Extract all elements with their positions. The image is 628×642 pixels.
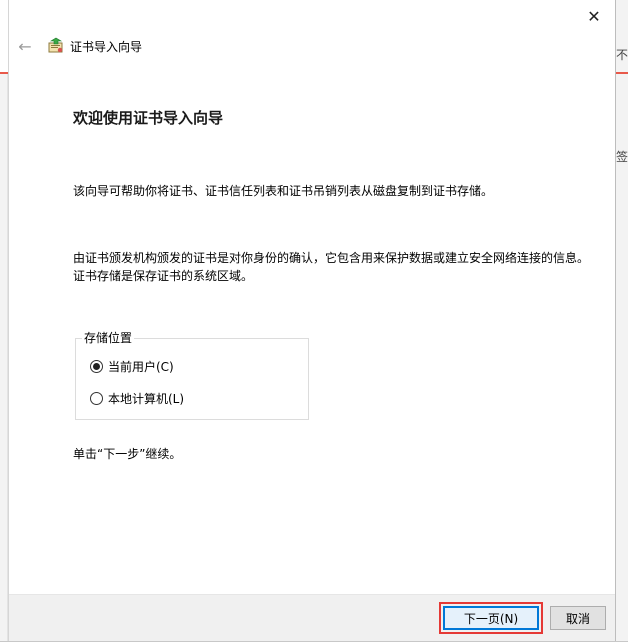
back-arrow-icon: ← — [18, 36, 32, 56]
radio-current-user[interactable]: 当前用户(C) — [90, 358, 174, 375]
radio-local-machine[interactable]: 本地计算机(L) — [90, 390, 184, 407]
certificate-import-wizard-dialog: ✕ ← 证书导入向导 欢迎使用证书导入向导 该向导可帮助你将证书、证书信任列表和… — [8, 0, 616, 642]
background-window-left-edge — [0, 74, 8, 642]
radio-local-machine-label[interactable]: 本地计算机(L) — [108, 390, 184, 407]
wizard-title: 证书导入向导 — [70, 39, 143, 54]
background-partial-text-1: 不 — [616, 48, 628, 62]
cancel-button[interactable]: 取消 — [550, 606, 606, 630]
intro-paragraph: 该向导可帮助你将证书、证书信任列表和证书吊销列表从磁盘复制到证书存储。 — [73, 184, 494, 198]
store-location-group: 存储位置 当前用户(C) 本地计算机(L) — [75, 330, 309, 420]
wizard-header: ← 证书导入向导 — [9, 32, 615, 60]
radio-current-user-indicator[interactable] — [90, 360, 103, 373]
background-window-right-edge — [616, 0, 628, 642]
store-location-legend: 存储位置 — [82, 330, 135, 346]
wizard-footer: 下一页(N) 取消 — [9, 594, 615, 642]
close-button[interactable]: ✕ — [577, 2, 611, 30]
certificate-wizard-icon — [47, 37, 65, 55]
continue-hint: 单击“下一步”继续。 — [73, 447, 182, 461]
background-accent-line-left — [0, 72, 8, 74]
description-paragraph: 由证书颁发机构颁发的证书是对你身份的确认，它包含用来保护数据或建立安全网络连接的… — [73, 251, 590, 283]
back-button[interactable]: ← — [14, 35, 36, 57]
close-icon: ✕ — [587, 6, 601, 26]
radio-local-machine-indicator[interactable] — [90, 392, 103, 405]
background-partial-text-2: 签 — [616, 150, 628, 164]
page-heading: 欢迎使用证书导入向导 — [73, 109, 224, 127]
radio-current-user-label[interactable]: 当前用户(C) — [108, 358, 174, 375]
next-button[interactable]: 下一页(N) — [443, 606, 539, 630]
